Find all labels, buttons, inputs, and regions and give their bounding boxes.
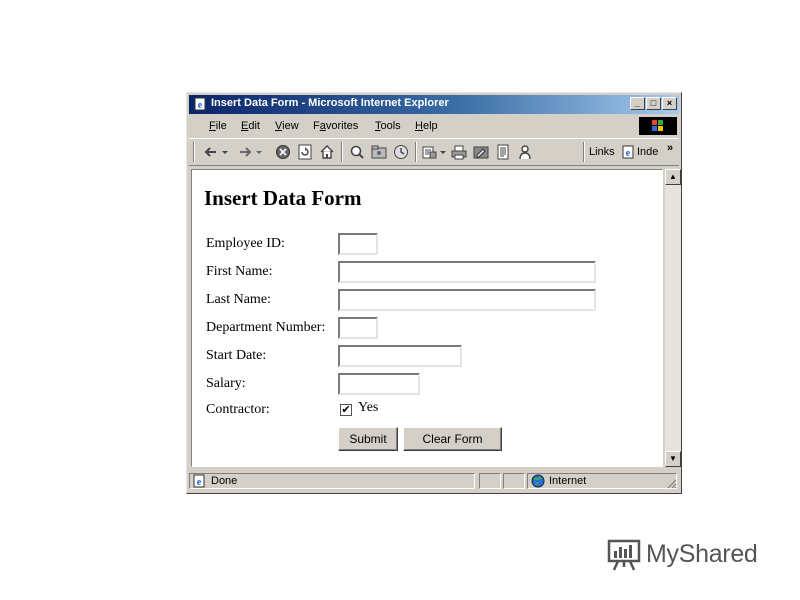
status-panel	[479, 473, 501, 489]
menu-favorites-rest: vorites	[325, 120, 359, 132]
mail-icon[interactable]	[421, 144, 437, 160]
back-arrow-icon[interactable]	[203, 144, 219, 160]
menu-file-accel: F	[209, 120, 216, 132]
toolbar-overflow-chevron[interactable]: »	[667, 142, 673, 154]
department-number-label: Department Number:	[206, 320, 326, 335]
page-content: Insert Data Form Employee ID: First Name…	[191, 169, 663, 467]
status-text: Done	[211, 475, 238, 487]
scroll-down-button[interactable]: ▼	[665, 451, 681, 467]
browser-window: e Insert Data Form - Microsoft Internet …	[186, 92, 682, 494]
windows-flag-icon	[652, 120, 663, 131]
menu-help[interactable]: Help	[415, 120, 438, 132]
menu-file-rest: ile	[215, 120, 227, 132]
toolbar-separator	[415, 142, 417, 162]
menu-favorites[interactable]: Favorites	[313, 120, 358, 132]
salary-label: Salary:	[206, 376, 246, 391]
svg-text:e: e	[197, 477, 202, 488]
menu-tools-rest: ools	[380, 120, 401, 132]
title-bar[interactable]: e Insert Data Form - Microsoft Internet …	[189, 95, 679, 114]
employee-id-input[interactable]	[338, 233, 378, 255]
submit-button[interactable]: Submit	[338, 427, 398, 451]
security-zone-label: Internet	[549, 475, 587, 487]
menu-help-rest: elp	[422, 120, 438, 132]
forward-dropdown-icon[interactable]	[255, 144, 263, 160]
menu-view[interactable]: View	[275, 120, 299, 132]
mail-dropdown-icon[interactable]	[439, 144, 447, 160]
menu-edit[interactable]: Edit	[241, 120, 260, 132]
svg-text:e: e	[626, 148, 631, 159]
first-name-input[interactable]	[338, 261, 596, 283]
menu-bar: File Edit View Favorites Tools Help	[189, 116, 679, 136]
globe-icon	[531, 474, 545, 488]
search-icon[interactable]	[349, 144, 365, 160]
contractor-checkbox[interactable]: ✔	[340, 404, 352, 416]
history-icon[interactable]	[393, 144, 409, 160]
menu-edit-rest: dit	[248, 120, 260, 132]
messenger-icon[interactable]	[517, 144, 533, 160]
minimize-button[interactable]: _	[630, 97, 645, 110]
maximize-button[interactable]: □	[646, 97, 661, 110]
windows-logo	[639, 117, 677, 135]
last-name-input[interactable]	[338, 289, 596, 311]
status-panel	[503, 473, 525, 489]
start-date-label: Start Date:	[206, 348, 267, 363]
svg-text:e: e	[198, 100, 203, 111]
menu-tools[interactable]: Tools	[375, 120, 401, 132]
employee-id-label: Employee ID:	[206, 236, 285, 251]
index-link[interactable]: Inde	[637, 146, 658, 158]
favorites-icon[interactable]	[371, 144, 387, 160]
resize-grip-icon[interactable]	[665, 477, 677, 489]
print-icon[interactable]	[451, 144, 467, 160]
toolbar-grip	[193, 142, 195, 162]
page-title: Insert Data Form	[204, 186, 362, 210]
refresh-icon[interactable]	[297, 144, 313, 160]
forward-arrow-icon[interactable]	[237, 144, 253, 160]
scroll-up-button[interactable]: ▲	[665, 169, 681, 185]
ie-page-icon: e	[194, 97, 206, 111]
department-number-input[interactable]	[338, 317, 378, 339]
presentation-board-icon	[607, 539, 641, 571]
back-dropdown-icon[interactable]	[221, 144, 229, 160]
close-button[interactable]: ×	[662, 97, 677, 110]
contractor-label: Contractor:	[206, 402, 270, 417]
links-label[interactable]: Links	[589, 146, 615, 158]
contractor-yes-label: Yes	[358, 400, 379, 415]
ie-page-icon: e	[193, 474, 205, 488]
status-bar: e Done Internet	[189, 471, 679, 491]
window-title: Insert Data Form - Microsoft Internet Ex…	[211, 97, 449, 109]
vertical-scrollbar[interactable]: ▲ ▼	[665, 169, 681, 467]
toolbar-separator	[341, 142, 343, 162]
edit-icon[interactable]	[473, 144, 489, 160]
discuss-icon[interactable]	[495, 144, 511, 160]
start-date-input[interactable]	[338, 345, 462, 367]
ie-page-icon: e	[622, 145, 634, 159]
home-icon[interactable]	[319, 144, 335, 160]
salary-input[interactable]	[338, 373, 420, 395]
toolbar-separator	[583, 142, 585, 162]
first-name-label: First Name:	[206, 264, 273, 279]
menu-view-rest: iew	[282, 120, 299, 132]
stop-icon[interactable]	[275, 144, 291, 160]
menu-help-accel: H	[415, 120, 423, 132]
menu-file[interactable]: File	[209, 120, 227, 132]
standard-toolbar: Links e Inde »	[189, 138, 679, 166]
menu-favorites-pre: F	[313, 120, 320, 132]
last-name-label: Last Name:	[206, 292, 271, 307]
watermark-logo-text: MyShared	[646, 540, 758, 568]
clear-form-button[interactable]: Clear Form	[403, 427, 502, 451]
